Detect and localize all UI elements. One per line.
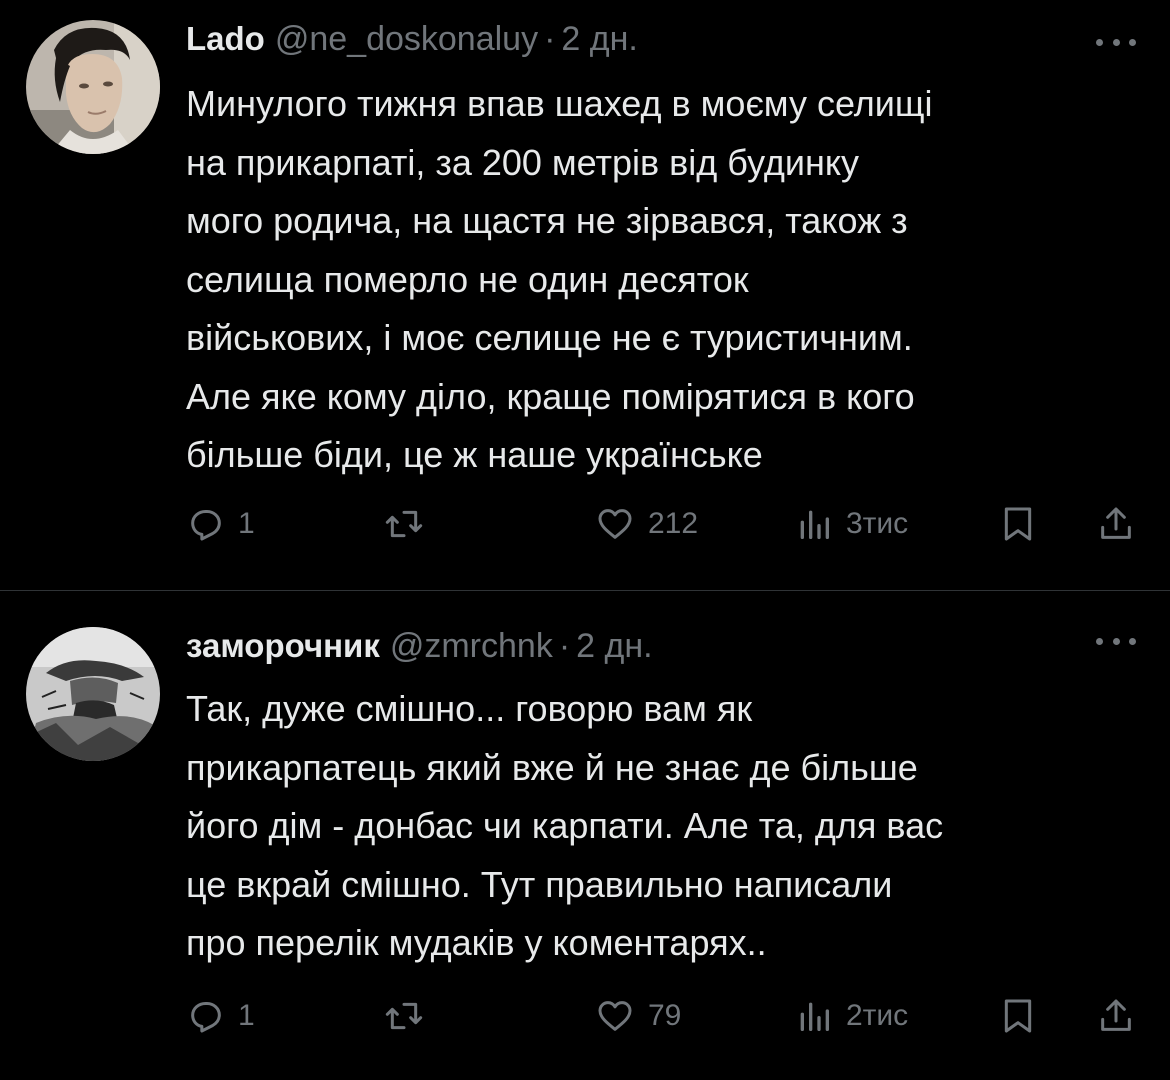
tweet-text-line: Так, дуже смішно... говорю вам як: [186, 688, 753, 729]
more-dot: [1096, 38, 1103, 46]
tweet-text-line: більше біди, це ж наше українське: [186, 434, 763, 475]
action-bar: 1 79 2тис: [186, 991, 1146, 1041]
tweet-header: заморочник @zmrchnk · 2 дн.: [186, 627, 653, 671]
reply-count: 1: [238, 507, 255, 540]
more-dot: [1129, 38, 1136, 46]
reply-button[interactable]: 1: [186, 991, 255, 1041]
tweet-text-line: його дім - донбас чи карпати. Але та, дл…: [186, 805, 944, 846]
like-count: 212: [648, 507, 699, 540]
reply-icon: [191, 1002, 221, 1033]
user-handle[interactable]: @zmrchnk: [390, 627, 553, 666]
share-icon: [1101, 507, 1131, 539]
retweet-button[interactable]: [382, 499, 426, 549]
retweet-icon: [385, 1002, 423, 1030]
tweet-text-line: прикарпатець який вже й не знає де більш…: [186, 746, 918, 788]
share-button[interactable]: [1096, 499, 1136, 549]
more-dot: [1096, 637, 1103, 645]
share-button[interactable]: [1096, 991, 1136, 1041]
share-icon: [1101, 999, 1131, 1031]
separator-dot: ·: [558, 627, 571, 665]
more-icon[interactable]: [1096, 635, 1136, 647]
tweet-text-line: військових, і моє селище не є туристични…: [186, 317, 913, 358]
bookmark-button[interactable]: [998, 499, 1038, 549]
tweet-text-line: селища померло не один десяток: [186, 258, 749, 300]
like-icon: [598, 1001, 632, 1031]
tweet-text: Минулого тижня впав шахед в моєму селищі…: [186, 75, 1146, 485]
bookmark-icon: [1004, 507, 1032, 541]
avatar[interactable]: [26, 627, 160, 761]
more-dot: [1112, 38, 1120, 46]
tweet[interactable]: заморочник @zmrchnk · 2 дн. Так, дуже см…: [0, 591, 1170, 1080]
more-dot: [1129, 637, 1136, 645]
views-icon: [800, 510, 829, 539]
separator-dot: ·: [544, 20, 556, 58]
more-icon[interactable]: [1096, 36, 1136, 48]
tweet[interactable]: Lado @ne_doskonaluy · 2 дн. Минулого тиж…: [0, 0, 1170, 590]
avatar-photo: [26, 20, 160, 154]
tweet-text-line: це вкрай смішно. Тут правильно написали: [186, 863, 893, 905]
tweet-header: Lado @ne_doskonaluy · 2 дн.: [186, 20, 638, 64]
tweet-text-line: про перелік мудаків у коментарях..: [186, 922, 767, 963]
tweet-text-line: на прикарпаті, за 200 метрів від будинку: [186, 141, 860, 183]
more-dot: [1112, 637, 1120, 645]
views-count: 2тис: [846, 999, 909, 1032]
reply-icon: [191, 510, 221, 541]
tweet-text-line: Але яке кому діло, краще помірятися в ко…: [186, 375, 915, 417]
action-bar: 1 212 3тис: [186, 499, 1146, 549]
views-button[interactable]: 2тис: [794, 991, 908, 1041]
like-icon: [598, 509, 632, 539]
tweet-text-line: мого родича, на щастя не зірвався, також…: [186, 200, 908, 241]
views-count: 3тис: [846, 507, 909, 540]
like-button[interactable]: 79: [594, 991, 681, 1041]
reply-button[interactable]: 1: [186, 499, 255, 549]
tweet-text-line: Минулого тижня впав шахед в моєму селищі: [186, 83, 933, 124]
reply-count: 1: [238, 999, 255, 1032]
timestamp[interactable]: 2 дн.: [561, 20, 637, 59]
like-count: 79: [648, 999, 682, 1032]
bookmark-button[interactable]: [998, 991, 1038, 1041]
tweet-text: Так, дуже смішно... говорю вам як прикар…: [186, 680, 1146, 973]
retweet-button[interactable]: [382, 991, 426, 1041]
bookmark-icon: [1004, 999, 1032, 1033]
avatar-photo: [26, 627, 160, 761]
display-name[interactable]: Lado: [186, 20, 265, 58]
retweet-icon: [385, 510, 423, 538]
display-name[interactable]: заморочник: [186, 627, 380, 665]
timestamp[interactable]: 2 дн.: [576, 627, 652, 666]
views-button[interactable]: 3тис: [794, 499, 908, 549]
like-button[interactable]: 212: [594, 499, 698, 549]
avatar[interactable]: [26, 20, 160, 154]
views-icon: [800, 1002, 829, 1031]
user-handle[interactable]: @ne_doskonaluy: [275, 20, 538, 59]
